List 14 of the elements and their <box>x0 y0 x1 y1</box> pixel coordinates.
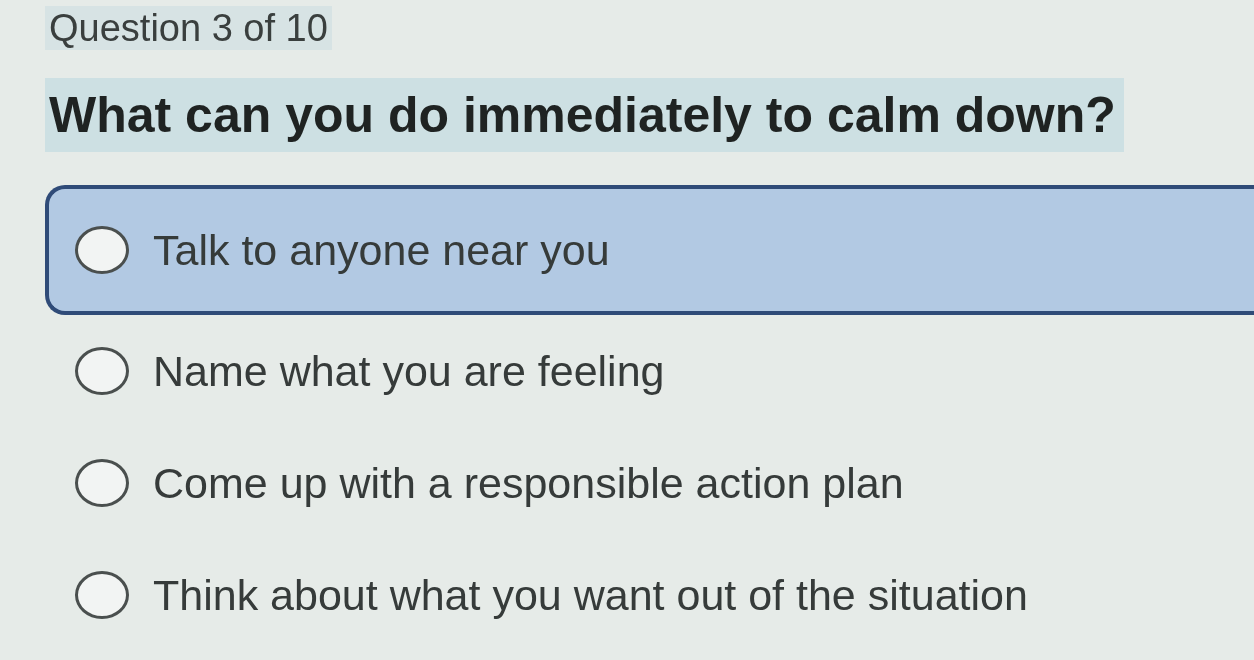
radio-button[interactable] <box>75 226 129 274</box>
radio-button[interactable] <box>75 571 129 619</box>
option-label: Name what you are feeling <box>153 346 665 396</box>
option-label: Think about what you want out of the situation <box>153 570 1028 620</box>
answer-option[interactable]: Name what you are feeling <box>45 315 1254 427</box>
radio-button[interactable] <box>75 347 129 395</box>
option-label: Talk to anyone near you <box>153 225 610 275</box>
option-label: Come up with a responsible action plan <box>153 458 904 508</box>
answer-option[interactable]: Come up with a responsible action plan <box>45 427 1254 539</box>
question-text: What can you do immediately to calm down? <box>45 78 1124 152</box>
answer-option[interactable]: Talk to anyone near you <box>45 185 1254 315</box>
question-counter: Question 3 of 10 <box>45 6 332 50</box>
answer-option[interactable]: Think about what you want out of the situation <box>45 539 1254 651</box>
radio-button[interactable] <box>75 459 129 507</box>
